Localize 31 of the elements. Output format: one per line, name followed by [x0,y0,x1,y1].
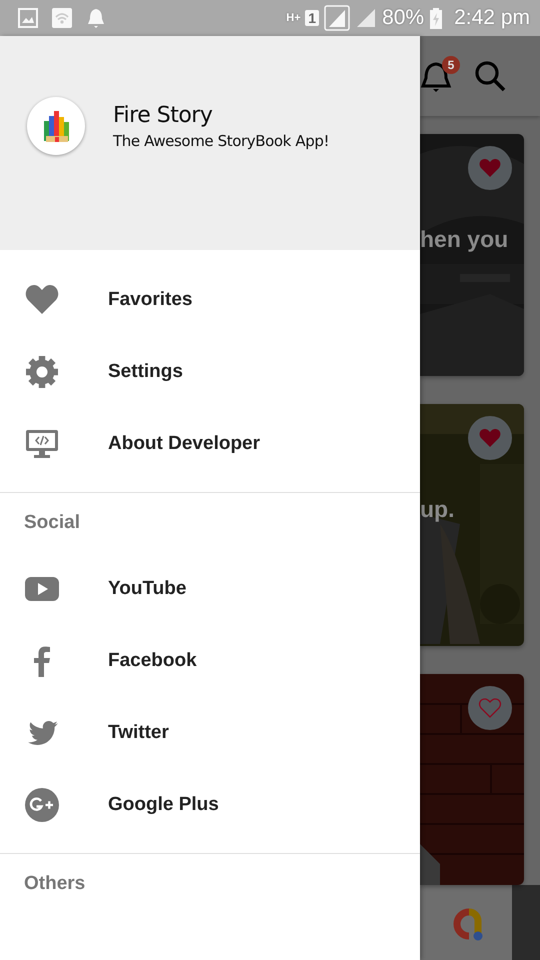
clock: 2:42 pm [454,6,530,30]
menu-item[interactable]: YouTube [0,553,420,625]
app-tagline: The Awesome StoryBook App! [113,132,330,150]
menu-item[interactable]: Google Plus [0,769,420,841]
heart-icon [478,426,502,450]
google-plus-icon [24,787,60,823]
story-caption: hen you [420,226,508,253]
story-caption: up. [420,496,454,523]
settings-icon [24,354,60,390]
app-title: Fire Story [113,102,214,128]
bell-icon [86,8,106,28]
menu-item[interactable]: Facebook [0,625,420,697]
battery-percent: 80% [382,6,424,30]
network-type: H+ [286,13,300,23]
heart-icon [478,696,502,720]
menu-item[interactable]: Settings [0,336,420,408]
image-icon [18,8,38,28]
menu-item[interactable]: About Developer [0,408,420,480]
menu-item[interactable]: Favorites [0,264,420,336]
search-icon[interactable] [474,60,506,92]
section-header: Others [23,872,86,896]
wifi-icon [52,8,72,28]
signal-icon [355,7,378,29]
menu-item[interactable]: Twitter [0,697,420,769]
signal-icon [324,5,350,31]
notifications-icon[interactable] [420,62,452,94]
heart-icon [478,156,502,180]
sim-indicator: 1 [305,10,320,26]
notification-badge: 5 [442,56,460,74]
battery-icon [429,7,444,29]
section-header: Social [23,511,81,535]
